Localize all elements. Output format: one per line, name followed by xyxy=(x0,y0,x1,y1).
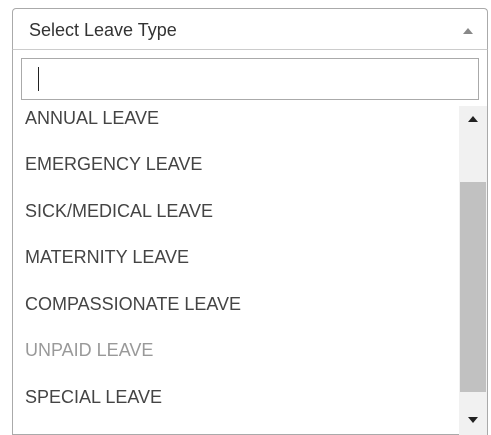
scroll-up-arrow-icon[interactable] xyxy=(468,116,478,122)
leave-type-select[interactable]: Select Leave Type xyxy=(12,8,488,50)
select-placeholder: Select Leave Type xyxy=(29,20,177,40)
leave-type-select-widget: Select Leave Type ANNUAL LEAVE EMERGENCY… xyxy=(0,0,491,435)
option-special-leave[interactable]: SPECIAL LEAVE xyxy=(25,387,162,408)
option-emergency-leave[interactable]: EMERGENCY LEAVE xyxy=(25,154,202,175)
chevron-up-icon[interactable] xyxy=(463,28,473,34)
dropdown-scrollbar[interactable] xyxy=(459,106,487,435)
options-list: ANNUAL LEAVE EMERGENCY LEAVE SICK/MEDICA… xyxy=(13,106,457,435)
option-maternity-leave[interactable]: MATERNITY LEAVE xyxy=(25,247,189,268)
search-field xyxy=(21,58,479,100)
text-cursor xyxy=(38,67,39,91)
scrollbar-thumb[interactable] xyxy=(460,182,486,392)
option-unpaid-leave: UNPAID LEAVE xyxy=(25,340,154,360)
option-compassionate-leave[interactable]: COMPASSIONATE LEAVE xyxy=(25,294,241,315)
scroll-down-arrow-icon[interactable] xyxy=(468,417,478,423)
search-input[interactable] xyxy=(21,58,479,100)
leave-type-dropdown: ANNUAL LEAVE EMERGENCY LEAVE SICK/MEDICA… xyxy=(12,50,488,435)
option-annual-leave[interactable]: ANNUAL LEAVE xyxy=(25,108,159,129)
option-sick-medical-leave[interactable]: SICK/MEDICAL LEAVE xyxy=(25,201,213,222)
